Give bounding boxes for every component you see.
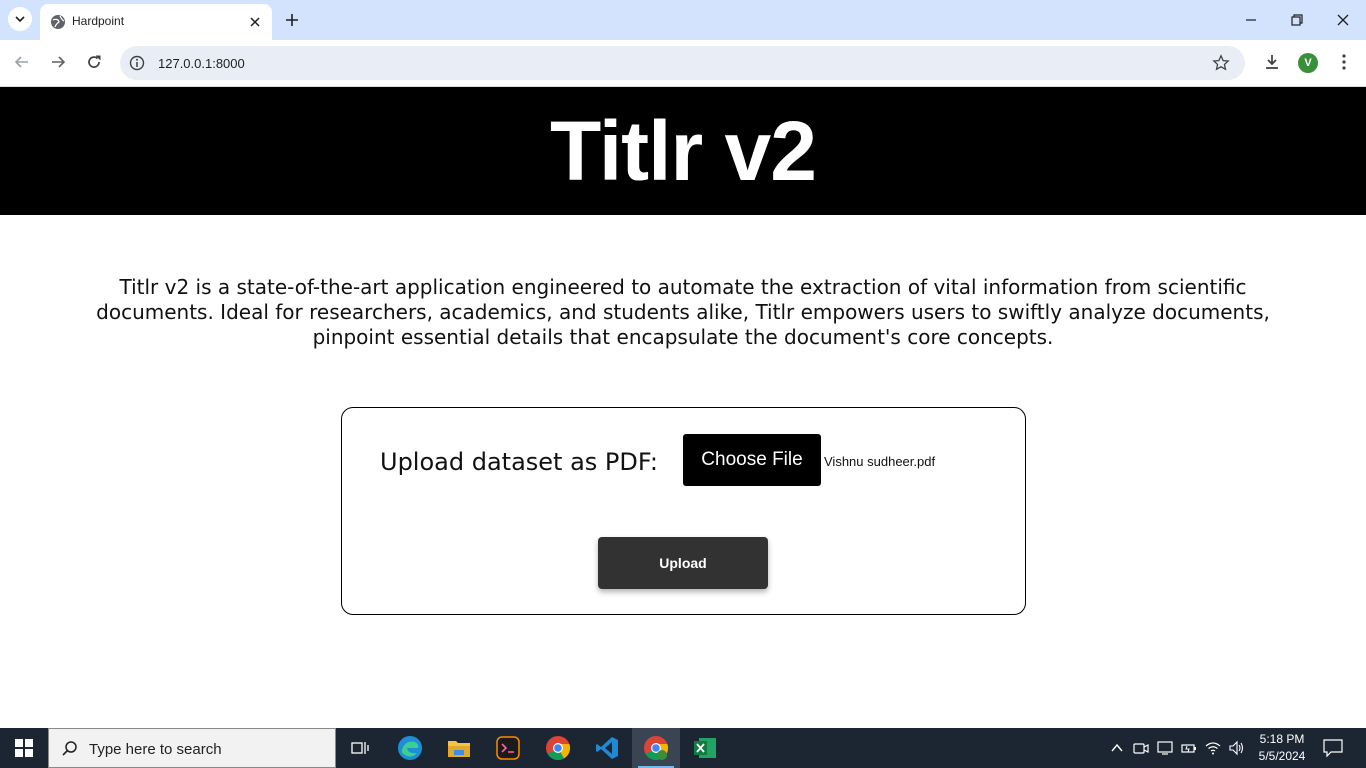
minimize-icon[interactable] (1241, 10, 1261, 30)
taskbar-vscode[interactable] (583, 728, 631, 768)
hero-banner: Titlr v2 (0, 87, 1366, 215)
windows-logo-icon (15, 739, 33, 757)
windows-taskbar: Type here to search 5:18 PM 5/5/2024 (0, 728, 1366, 768)
wifi-icon[interactable] (1205, 740, 1221, 756)
system-clock[interactable]: 5:18 PM 5/5/2024 (1254, 731, 1310, 765)
choose-file-button[interactable]: Choose File (683, 434, 821, 486)
restore-icon[interactable] (1287, 10, 1307, 30)
browser-tab-bar: Hardpoint (0, 0, 1366, 40)
volume-icon[interactable] (1228, 740, 1244, 756)
task-view-icon (351, 742, 369, 754)
taskbar-excel[interactable] (681, 728, 729, 768)
globe-icon (51, 15, 65, 29)
browser-toolbar: 127.0.0.1:8000 (0, 40, 1366, 87)
display-icon[interactable] (1157, 740, 1173, 756)
tab-title: Hardpoint (72, 14, 125, 28)
excel-icon (694, 738, 716, 758)
selected-file-name: Vishnu sudheer.pdf (824, 454, 936, 469)
upload-form: Upload dataset as PDF: Choose File Vishn… (341, 407, 1026, 615)
browser-tab[interactable]: Hardpoint (40, 4, 272, 40)
chevron-down-icon (15, 16, 25, 23)
clock-date: 5/5/2024 (1258, 749, 1306, 763)
profile-avatar[interactable]: V (1298, 53, 1318, 73)
download-icon[interactable] (1262, 52, 1282, 72)
app-description: Titlr v2 is a state-of-the-art applicati… (96, 275, 1270, 349)
chrome-profile-icon (644, 736, 669, 761)
clock-time: 5:18 PM (1259, 732, 1305, 746)
more-menu-icon[interactable] (1334, 52, 1354, 72)
search-placeholder: Type here to search (89, 741, 222, 758)
site-info-icon[interactable] (129, 55, 145, 71)
taskbar-file-explorer[interactable] (435, 728, 483, 768)
search-icon (62, 741, 77, 756)
chevron-up-icon[interactable] (1109, 740, 1125, 756)
taskbar-search-box[interactable]: Type here to search (48, 728, 336, 768)
vscode-icon (596, 737, 618, 759)
page-title: Titlr v2 (550, 103, 817, 198)
chrome-icon (546, 736, 571, 761)
folder-icon (448, 741, 470, 757)
taskbar-edge[interactable] (386, 728, 434, 768)
edge-icon (398, 736, 422, 760)
tab-search-button[interactable] (8, 7, 32, 31)
bookmark-star-icon[interactable] (1212, 54, 1230, 72)
close-window-icon[interactable] (1333, 10, 1353, 30)
upload-label: Upload dataset as PDF: (380, 448, 658, 476)
reload-icon[interactable] (84, 52, 104, 72)
terminal-app-icon (496, 736, 520, 760)
address-bar[interactable]: 127.0.0.1:8000 (120, 46, 1245, 80)
task-view-button[interactable] (336, 728, 384, 768)
battery-icon[interactable] (1181, 740, 1197, 756)
url-text[interactable]: 127.0.0.1:8000 (158, 56, 245, 71)
back-icon[interactable] (12, 52, 32, 72)
upload-button[interactable]: Upload (598, 537, 768, 589)
forward-icon[interactable] (48, 52, 68, 72)
taskbar-chrome[interactable] (534, 728, 582, 768)
new-tab-icon[interactable] (282, 10, 302, 30)
close-tab-icon[interactable] (247, 14, 263, 30)
notification-center-icon[interactable] (1322, 738, 1344, 758)
start-button[interactable] (0, 728, 48, 768)
meet-now-icon[interactable] (1133, 740, 1149, 756)
taskbar-chrome-active[interactable] (632, 728, 680, 768)
taskbar-terminal[interactable] (484, 728, 532, 768)
